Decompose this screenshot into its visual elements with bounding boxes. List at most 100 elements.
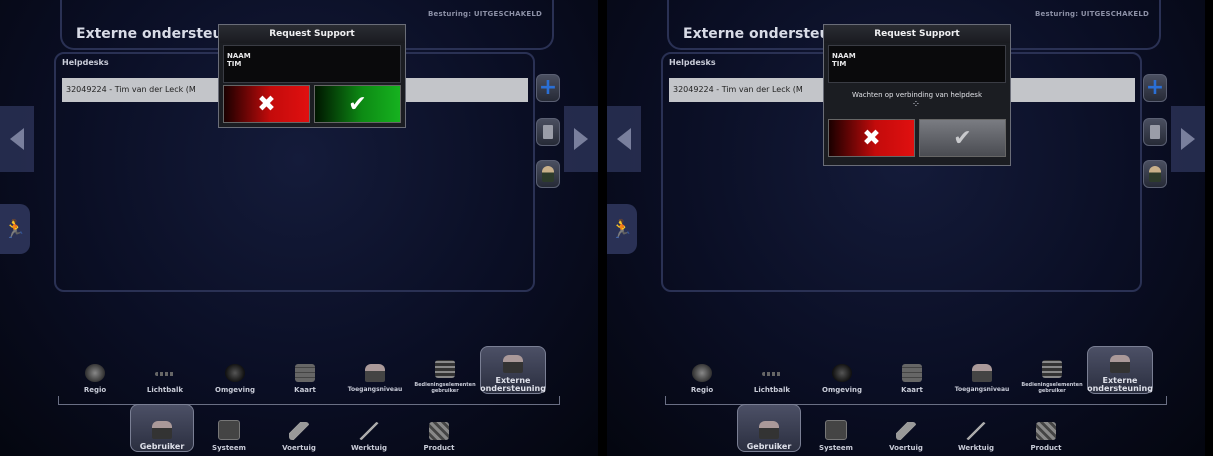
controls-icon [1042,360,1062,378]
tab-systeem[interactable]: Systeem [801,404,871,452]
globe-icon [85,364,105,382]
status-text: Besturing: UITGESCHAKELD [428,10,542,18]
checkmark-icon: ✔ [953,125,972,151]
prev-page-button[interactable] [607,106,641,172]
user-icon [365,364,385,382]
tab-product[interactable]: Product [1011,404,1081,452]
tab-werktuig[interactable]: Werktuig [334,404,404,452]
user-icon [759,421,779,439]
user-icon [972,364,992,382]
tab-lichtbalk[interactable]: Lichtbalk [130,346,200,394]
request-support-dialog: Request Support NAAM TIM Wachten op verb… [823,24,1011,166]
tab-toegangsniveau[interactable]: Toegangsniveau [340,346,410,394]
tab-externe-ondersteuning[interactable]: Externe ondersteuning [480,346,546,394]
lightbar-icon [155,372,175,376]
dialog-title: Request Support [824,25,1010,43]
implement-icon [359,422,379,440]
request-support-dialog: Request Support NAAM TIM ✖ ✔ [218,24,406,128]
tab-product[interactable]: Product [404,404,474,452]
screen-divider [598,0,607,456]
close-icon: ✖ [257,91,276,117]
delete-button[interactable] [536,118,560,146]
prev-page-button[interactable] [0,106,34,172]
plus-icon: + [538,75,558,100]
status-text: Besturing: UITGESCHAKELD [1035,10,1149,18]
chevron-left-icon [617,128,631,150]
walk-button[interactable]: 🏃 [0,204,30,254]
vehicle-icon [289,422,309,440]
monitor-icon [218,420,240,440]
settings-tabs: Regio Lichtbalk Omgeving Kaart Toegangsn… [60,346,560,394]
vehicle-icon [896,422,916,440]
delete-button[interactable] [1143,118,1167,146]
tab-bedieningselementen[interactable]: Bedieningselementen gebruiker [410,346,480,394]
panel-label: Helpdesks [669,58,716,67]
tab-gebruiker[interactable]: Gebruiker [130,404,194,452]
trash-icon [1150,125,1160,139]
tab-lichtbalk[interactable]: Lichtbalk [737,346,807,394]
next-page-button[interactable] [1171,106,1205,172]
user-button[interactable] [1143,160,1167,188]
tab-systeem[interactable]: Systeem [194,404,264,452]
screen-right: Besturing: UITGESCHAKELD Externe onderst… [607,0,1205,456]
settings-tabs: Regio Lichtbalk Omgeving Kaart Toegangsn… [667,346,1167,394]
chevron-right-icon [574,128,588,150]
user-button[interactable] [536,160,560,188]
trash-icon [543,125,553,139]
tab-bedieningselementen[interactable]: Bedieningselementen gebruiker [1017,346,1087,394]
product-icon [1036,422,1056,440]
product-icon [429,422,449,440]
implement-icon [966,422,986,440]
category-tabs: Gebruiker Systeem Voertuig Werktuig Prod… [130,404,598,452]
confirm-button[interactable]: ✔ [314,85,401,123]
monitor-icon [825,420,847,440]
waiting-status: Wachten op verbinding van helpdesk ⁘ [824,85,1010,119]
tab-kaart[interactable]: Kaart [877,346,947,394]
confirm-button: ✔ [919,119,1006,157]
user-icon [1149,166,1161,182]
chevron-left-icon [10,128,24,150]
panel-label: Helpdesks [62,58,109,67]
chevron-right-icon [1181,128,1195,150]
next-page-button[interactable] [564,106,598,172]
add-button[interactable]: + [536,74,560,102]
tab-werktuig[interactable]: Werktuig [941,404,1011,452]
tab-voertuig[interactable]: Voertuig [871,404,941,452]
speaker-icon [225,364,245,382]
walking-person-icon: 🏃 [610,218,634,240]
waiting-text: Wachten op verbinding van helpdesk [851,91,983,99]
support-user-icon [503,355,523,373]
globe-icon [692,364,712,382]
user-icon [152,421,172,439]
support-user-icon [1110,355,1130,373]
category-tabs: Gebruiker Systeem Voertuig Werktuig Prod… [737,404,1205,452]
name-field[interactable]: NAAM TIM [828,45,1006,83]
speaker-icon [832,364,852,382]
close-icon: ✖ [862,125,881,151]
tab-omgeving[interactable]: Omgeving [807,346,877,394]
tab-externe-ondersteuning[interactable]: Externe ondersteuning [1087,346,1153,394]
plus-icon: + [1145,75,1165,100]
spinner-icon: ⁘ [911,99,923,110]
cancel-button[interactable]: ✖ [828,119,915,157]
screen-left: Besturing: UITGESCHAKELD Externe onderst… [0,0,598,456]
name-label: NAAM [227,52,251,60]
tab-regio[interactable]: Regio [60,346,130,394]
tab-voertuig[interactable]: Voertuig [264,404,334,452]
walk-button[interactable]: 🏃 [607,204,637,254]
tab-toegangsniveau[interactable]: Toegangsniveau [947,346,1017,394]
cancel-button[interactable]: ✖ [223,85,310,123]
stage: Besturing: UITGESCHAKELD Externe onderst… [0,0,1213,456]
checkmark-icon: ✔ [348,91,367,117]
add-button[interactable]: + [1143,74,1167,102]
user-icon [542,166,554,182]
tab-regio[interactable]: Regio [667,346,737,394]
tab-kaart[interactable]: Kaart [270,346,340,394]
tab-gebruiker[interactable]: Gebruiker [737,404,801,452]
name-field[interactable]: NAAM TIM [223,45,401,83]
controls-icon [435,360,455,378]
tab-omgeving[interactable]: Omgeving [200,346,270,394]
name-value: TIM [227,60,242,68]
map-icon [295,364,315,382]
map-icon [902,364,922,382]
